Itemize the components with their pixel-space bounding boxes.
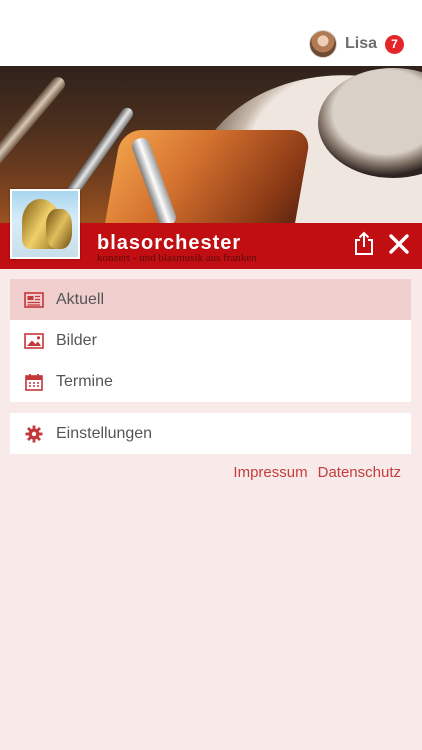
menu-item-aktuell[interactable]: Aktuell	[10, 279, 411, 320]
impressum-link[interactable]: Impressum	[233, 464, 307, 481]
gear-icon	[24, 424, 44, 444]
notification-badge[interactable]: 7	[385, 34, 404, 54]
settings-list: Einstellungen	[10, 413, 411, 454]
share-button[interactable]	[353, 231, 375, 255]
menu-item-einstellungen[interactable]: Einstellungen	[10, 413, 411, 454]
close-button[interactable]	[388, 233, 410, 255]
image-icon	[24, 331, 44, 351]
menu-item-bilder[interactable]: Bilder	[10, 320, 411, 361]
newspaper-icon	[24, 290, 44, 310]
menu-item-label: Aktuell	[56, 290, 105, 308]
menu-item-termine[interactable]: Termine	[10, 361, 411, 402]
footer-links: Impressum Datenschutz	[233, 464, 401, 481]
close-icon	[389, 234, 409, 254]
avatar[interactable]	[308, 30, 337, 58]
share-icon	[355, 231, 373, 255]
top-bar: Lisa 7	[0, 0, 422, 66]
calendar-icon	[24, 372, 44, 392]
menu-item-label: Bilder	[56, 331, 97, 349]
user-menu[interactable]: Lisa 7	[308, 30, 404, 58]
menu-item-label: Einstellungen	[56, 424, 153, 442]
orchestra-thumbnail	[10, 189, 80, 259]
brand-subtitle: konzert - und blasmusik aus franken	[97, 252, 257, 264]
menu-item-label: Termine	[56, 372, 113, 390]
user-name: Lisa	[344, 35, 377, 52]
menu-list: Aktuell Bilder Termine	[10, 279, 411, 402]
datenschutz-link[interactable]: Datenschutz	[318, 464, 401, 481]
